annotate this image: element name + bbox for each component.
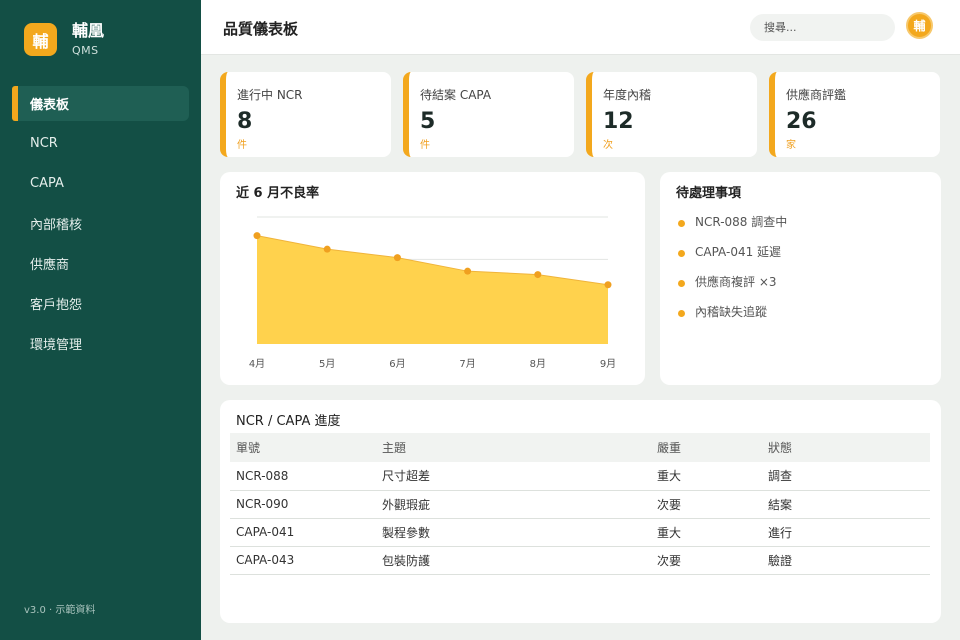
x-tick-label: 8月 <box>530 358 546 370</box>
table-row[interactable]: CAPA-043 包裝防護 次要 驗證 <box>230 546 930 575</box>
todo-item[interactable]: 供應商複評 ×3 <box>678 266 787 296</box>
kpi-label: 待結案 CAPA <box>420 88 492 102</box>
chart-point <box>604 281 612 289</box>
todo-item-label: 供應商複評 ×3 <box>695 274 777 289</box>
kpi-card-open-ncr[interactable]: 進行中 NCR 8 件 <box>220 72 391 157</box>
todo-item-label: 內稽缺失追蹤 <box>695 304 768 319</box>
cell-id: NCR-088 <box>230 462 382 491</box>
avatar[interactable]: 輔 <box>906 12 933 39</box>
kpi-value: 26 <box>786 109 817 134</box>
column-header-id[interactable]: 單號 <box>230 433 382 462</box>
column-header-subject[interactable]: 主題 <box>382 433 657 462</box>
cell-status: 進行 <box>768 518 930 547</box>
kpi-value: 5 <box>420 109 436 134</box>
chart-area <box>257 235 608 344</box>
kpi-value: 12 <box>603 109 634 134</box>
sidebar-item-suppliers[interactable]: 供應商 <box>12 246 189 281</box>
chart-point <box>534 271 542 279</box>
cell-status: 調查 <box>768 462 930 491</box>
cell-subject: 外觀瑕疵 <box>382 490 657 519</box>
bullet-dot-icon <box>678 219 685 227</box>
cell-severity: 重大 <box>657 518 768 547</box>
bullet-dot-icon <box>678 309 685 317</box>
cell-subject: 製程參數 <box>382 518 657 547</box>
kpi-unit: 件 <box>420 140 430 151</box>
chart-point <box>464 267 472 275</box>
defect-rate-chart: 4月 5月 6月 7月 8月 9月 <box>249 216 616 370</box>
cell-subject: 尺寸超差 <box>382 462 657 491</box>
sidebar-nav: 儀表板 NCR CAPA 內部稽核 供應商 客戶抱怨 環境管理 <box>12 86 189 366</box>
sidebar-item-internal-audit[interactable]: 內部稽核 <box>12 206 189 241</box>
kpi-unit: 家 <box>786 140 796 151</box>
todo-item[interactable]: CAPA-041 延遲 <box>678 236 787 266</box>
ncr-capa-progress-panel: NCR / CAPA 進度 單號 主題 嚴重 狀態 NCR-088 尺寸超差 重… <box>220 400 941 623</box>
progress-table: 單號 主題 嚴重 狀態 NCR-088 尺寸超差 重大 調查 NCR-090 外… <box>230 433 930 575</box>
kpi-card-supplier-evaluations[interactable]: 供應商評鑑 26 家 <box>769 72 940 157</box>
x-tick-label: 9月 <box>600 358 616 370</box>
bullet-dot-icon <box>678 279 685 287</box>
todo-panel: 待處理事項 NCR-088 調查中 CAPA-041 延遲 供應商複評 ×3 內… <box>660 172 941 385</box>
sidebar-item-dashboard[interactable]: 儀表板 <box>12 86 189 121</box>
cell-subject: 包裝防護 <box>382 546 657 575</box>
cell-id: CAPA-041 <box>230 518 382 547</box>
todo-list: NCR-088 調查中 CAPA-041 延遲 供應商複評 ×3 內稽缺失追蹤 <box>678 206 787 326</box>
cell-id: CAPA-043 <box>230 546 382 575</box>
kpi-label: 供應商評鑑 <box>786 88 847 102</box>
cell-status: 結案 <box>768 490 930 519</box>
table-row[interactable]: NCR-090 外觀瑕疵 次要 結案 <box>230 490 930 519</box>
todo-item[interactable]: 內稽缺失追蹤 <box>678 296 787 326</box>
kpi-card-pending-capa[interactable]: 待結案 CAPA 5 件 <box>403 72 574 157</box>
cell-id: NCR-090 <box>230 490 382 519</box>
kpi-label: 進行中 NCR <box>237 88 303 102</box>
chart-point <box>253 232 261 240</box>
logo-icon: 輔 <box>24 23 57 56</box>
column-header-status[interactable]: 狀態 <box>768 433 930 462</box>
x-tick-label: 5月 <box>319 358 335 370</box>
column-header-severity[interactable]: 嚴重 <box>657 433 768 462</box>
kpi-unit: 次 <box>603 140 613 151</box>
cell-severity: 次要 <box>657 546 768 575</box>
table-title: NCR / CAPA 進度 <box>236 414 341 429</box>
x-tick-label: 4月 <box>249 358 265 370</box>
brand: 輔 輔凰 QMS <box>24 22 104 57</box>
cell-severity: 重大 <box>657 462 768 491</box>
cell-status: 驗證 <box>768 546 930 575</box>
kpi-value: 8 <box>237 109 253 134</box>
kpi-label: 年度內稽 <box>603 88 652 102</box>
bullet-dot-icon <box>678 249 685 257</box>
cell-severity: 次要 <box>657 490 768 519</box>
brand-name: 輔凰 <box>72 21 105 40</box>
chart-point <box>323 245 331 253</box>
x-tick-label: 6月 <box>389 358 405 370</box>
chart-point <box>393 254 401 262</box>
kpi-card-annual-audits[interactable]: 年度內稽 12 次 <box>586 72 757 157</box>
sidebar: 輔 輔凰 QMS 儀表板 NCR CAPA 內部稽核 供應商 客戶抱怨 環境管理… <box>0 0 201 640</box>
x-tick-label: 7月 <box>459 358 475 370</box>
search-input[interactable] <box>750 14 895 41</box>
defect-rate-chart-panel: 近 6 月不良率 4月 5月 6月 7月 8月 9月 <box>220 172 645 385</box>
table-row[interactable]: NCR-088 尺寸超差 重大 調查 <box>230 462 930 491</box>
sidebar-item-environment[interactable]: 環境管理 <box>12 326 189 361</box>
sidebar-item-ncr[interactable]: NCR <box>12 126 189 161</box>
todo-item-label: NCR-088 調查中 <box>695 214 788 229</box>
brand-subtitle: QMS <box>72 44 99 57</box>
todo-item[interactable]: NCR-088 調查中 <box>678 206 787 236</box>
header: 品質儀表板 輔 <box>201 0 960 55</box>
sidebar-item-capa[interactable]: CAPA <box>12 166 189 201</box>
table-header-row: 單號 主題 嚴重 狀態 <box>230 433 930 462</box>
version-label: v3.0 · 示範資料 <box>24 605 96 616</box>
todo-item-label: CAPA-041 延遲 <box>695 244 782 259</box>
sidebar-item-customer-complaints[interactable]: 客戶抱怨 <box>12 286 189 321</box>
page-title: 品質儀表板 <box>223 20 299 38</box>
table-row[interactable]: CAPA-041 製程參數 重大 進行 <box>230 518 930 547</box>
kpi-unit: 件 <box>237 140 247 151</box>
todo-title: 待處理事項 <box>676 186 742 201</box>
